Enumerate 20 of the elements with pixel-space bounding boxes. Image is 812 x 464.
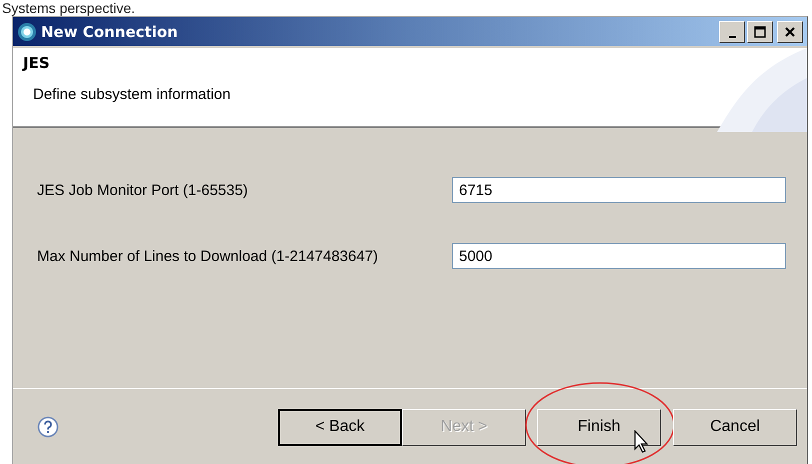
caption-text: Systems perspective. <box>2 0 136 16</box>
page-description: Define subsystem information <box>33 86 232 103</box>
cursor-icon <box>634 430 650 454</box>
help-icon[interactable] <box>37 416 59 438</box>
minimize-button[interactable] <box>719 20 745 42</box>
window-title: New Connection <box>41 22 178 40</box>
dialog-button[interactable]: Finish <box>537 408 661 446</box>
maximize-icon <box>754 26 766 38</box>
field-label: JES Job Monitor Port (1-65535) <box>37 182 249 198</box>
dialog-button[interactable]: Cancel <box>673 408 797 446</box>
field-label: Max Number of Lines to Download (1-2147483647) <box>37 248 380 264</box>
input-field[interactable]: 6715 <box>452 177 786 203</box>
maximize-button[interactable] <box>747 20 773 42</box>
minimize-icon <box>728 36 736 38</box>
dialog-button[interactable]: < Back <box>278 408 402 446</box>
close-button[interactable] <box>777 20 803 42</box>
input-field[interactable]: 5000 <box>452 243 786 269</box>
page-title: JES <box>23 53 51 72</box>
ring-icon <box>17 22 37 42</box>
close-icon <box>784 26 796 38</box>
